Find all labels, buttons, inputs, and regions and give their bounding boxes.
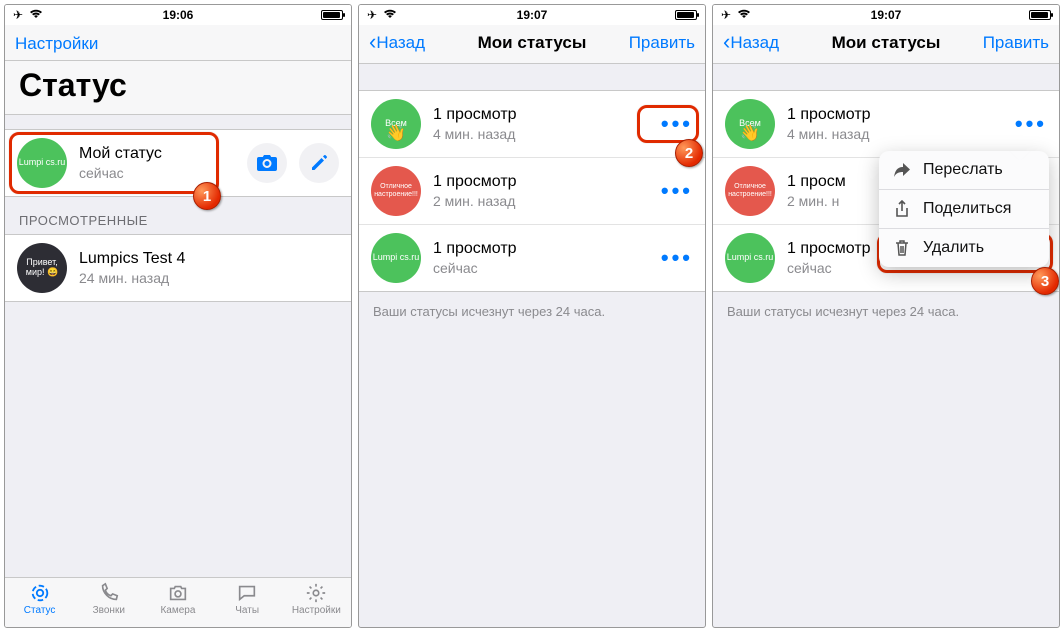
status-bar: ✈ 19:06 — [5, 5, 351, 25]
tab-settings[interactable]: Настройки — [282, 582, 351, 625]
tab-status[interactable]: Статус — [5, 582, 74, 625]
status-bar: ✈ 19:07 — [359, 5, 705, 25]
step-badge-2: 2 — [675, 139, 703, 167]
menu-share[interactable]: Поделиться — [879, 189, 1049, 228]
status-subtitle: 2 мин. н — [787, 193, 846, 209]
status-bar: ✈ 19:07 — [713, 5, 1059, 25]
phone-screen-1: ✈ 19:06 Настройки Статус Lumpi cs.ru Мой… — [4, 4, 352, 628]
battery-icon — [1029, 10, 1051, 20]
status-title: 1 просм — [787, 173, 846, 191]
page-title: Статус — [5, 61, 351, 115]
status-subtitle: 4 мин. назад — [433, 126, 517, 142]
status-title: 1 просмотр — [787, 106, 871, 124]
my-status-subtitle: сейчас — [79, 165, 162, 181]
status-title: 1 просмотр — [433, 240, 517, 258]
my-status-row[interactable]: Lumpi cs.ru Мой статус сейчас — [5, 130, 351, 196]
tab-calls[interactable]: Звонки — [74, 582, 143, 625]
tab-bar: Статус Звонки Камера Чаты Настройки — [5, 577, 351, 627]
clock: 19:07 — [713, 8, 1059, 22]
status-avatar: Lumpi cs.ru — [725, 233, 775, 283]
viewed-title: Lumpics Test 4 — [79, 250, 185, 268]
context-menu: Переслать Поделиться Удалить — [879, 151, 1049, 267]
status-row-1[interactable]: Всем 👋 1 просмотр 4 мин. назад ••• — [359, 91, 705, 157]
page-title: Мои статусы — [359, 33, 705, 53]
status-subtitle: сейчас — [433, 260, 517, 276]
phone-screen-3: ✈ 19:07 ‹Назад Мои статусы Править Всем … — [712, 4, 1060, 628]
more-icon[interactable]: ••• — [1015, 111, 1047, 137]
forward-icon — [893, 163, 911, 177]
viewed-status-row[interactable]: Привет, мир! 😄 Lumpics Test 4 24 мин. на… — [5, 235, 351, 301]
my-status-avatar: Lumpi cs.ru — [17, 138, 67, 188]
step-badge-3: 3 — [1031, 267, 1059, 295]
nav-bar: ‹Назад Мои статусы Править — [359, 25, 705, 64]
viewed-section-header: ПРОСМОТРЕННЫЕ — [5, 197, 351, 234]
status-subtitle: 4 мин. назад — [787, 126, 871, 142]
status-avatar: Отличное настроение!!! — [725, 166, 775, 216]
more-icon[interactable]: ••• — [661, 245, 693, 271]
status-title: 1 просмотр — [433, 106, 517, 124]
status-row-2[interactable]: Отличное настроение!!! 1 просмотр 2 мин.… — [359, 157, 705, 224]
footer-note: Ваши статусы исчезнут через 24 часа. — [359, 292, 705, 331]
my-status-title: Мой статус — [79, 145, 162, 163]
more-icon[interactable]: ••• — [661, 178, 693, 204]
more-icon[interactable]: ••• — [661, 111, 693, 137]
battery-icon — [675, 10, 697, 20]
settings-link[interactable]: Настройки — [15, 34, 98, 54]
status-avatar: Lumpi cs.ru — [371, 233, 421, 283]
status-row-3[interactable]: Lumpi cs.ru 1 просмотр сейчас ••• — [359, 224, 705, 291]
tab-chats[interactable]: Чаты — [213, 582, 282, 625]
tab-camera[interactable]: Камера — [143, 582, 212, 625]
status-row-1[interactable]: Всем 👋 1 просмотр 4 мин. назад ••• — [713, 91, 1059, 157]
status-subtitle: 2 мин. назад — [433, 193, 517, 209]
nav-bar: ‹Назад Мои статусы Править — [713, 25, 1059, 64]
status-avatar: Всем 👋 — [371, 99, 421, 149]
menu-delete[interactable]: Удалить — [879, 228, 1049, 267]
status-title: 1 просмотр — [787, 240, 871, 258]
clock: 19:06 — [5, 8, 351, 22]
status-subtitle: сейчас — [787, 260, 871, 276]
clock: 19:07 — [359, 8, 705, 22]
status-title: 1 просмотр — [433, 173, 517, 191]
phone-screen-2: ✈ 19:07 ‹Назад Мои статусы Править Всем … — [358, 4, 706, 628]
nav-bar: Настройки — [5, 25, 351, 61]
trash-icon — [893, 240, 911, 256]
status-avatar: Отличное настроение!!! — [371, 166, 421, 216]
menu-forward[interactable]: Переслать — [879, 151, 1049, 189]
share-icon — [893, 200, 911, 218]
camera-button[interactable] — [247, 143, 287, 183]
status-avatar: Всем 👋 — [725, 99, 775, 149]
battery-icon — [321, 10, 343, 20]
footer-note: Ваши статусы исчезнут через 24 часа. — [713, 292, 1059, 331]
viewed-avatar: Привет, мир! 😄 — [17, 243, 67, 293]
edit-button[interactable] — [299, 143, 339, 183]
step-badge-1: 1 — [193, 182, 221, 210]
page-title: Мои статусы — [713, 33, 1059, 53]
viewed-subtitle: 24 мин. назад — [79, 270, 185, 286]
